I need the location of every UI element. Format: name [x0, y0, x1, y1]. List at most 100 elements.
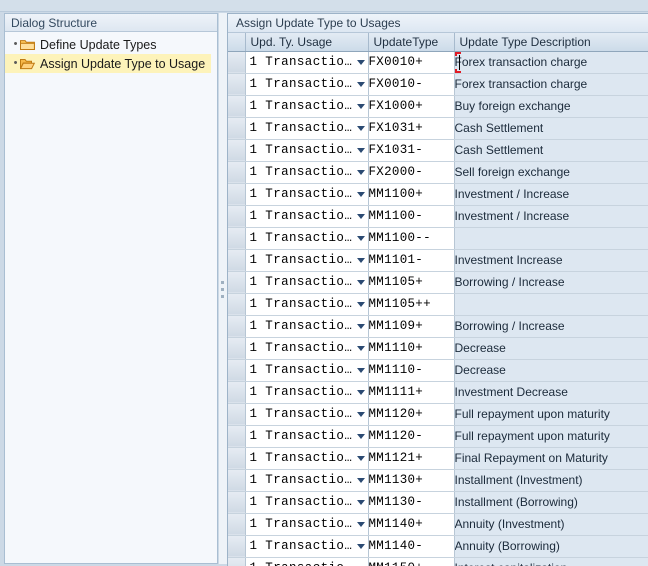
update-type-cell[interactable]: MM1101-	[368, 249, 454, 271]
sidebar-item-assign-update-type-to-usage[interactable]: •Assign Update Type to Usage	[5, 54, 211, 73]
chevron-down-icon[interactable]	[355, 162, 368, 183]
table-row[interactable]: 1 Transactio…MM1111+Investment Decrease	[228, 381, 648, 403]
update-type-cell[interactable]: MM1111+	[368, 381, 454, 403]
update-type-description-cell[interactable]: Cash Settlement	[454, 117, 648, 139]
chevron-down-icon[interactable]	[355, 184, 368, 205]
usage-cell[interactable]: 1 Transactio…	[245, 161, 368, 183]
update-type-cell[interactable]: MM1120-	[368, 425, 454, 447]
table-row[interactable]: 1 Transactio…MM1100-Investment / Increas…	[228, 205, 648, 227]
update-type-cell[interactable]: MM1110+	[368, 337, 454, 359]
row-select-cell[interactable]	[228, 447, 245, 469]
table-row[interactable]: 1 Transactio…MM1120-Full repayment upon …	[228, 425, 648, 447]
update-type-description-cell[interactable]: Installment (Investment)	[454, 469, 648, 491]
row-select-cell[interactable]	[228, 227, 245, 249]
row-select-cell[interactable]	[228, 139, 245, 161]
chevron-down-icon[interactable]	[355, 426, 368, 447]
update-type-description-cell[interactable]: Installment (Borrowing)	[454, 491, 648, 513]
usage-cell[interactable]: 1 Transactio…	[245, 95, 368, 117]
row-select-cell[interactable]	[228, 469, 245, 491]
update-type-cell[interactable]: MM1130-	[368, 491, 454, 513]
chevron-down-icon[interactable]	[355, 228, 368, 249]
chevron-down-icon[interactable]	[355, 470, 368, 491]
update-type-cell[interactable]: FX1031-	[368, 139, 454, 161]
usage-cell[interactable]: 1 Transactio…	[245, 183, 368, 205]
usage-cell[interactable]: 1 Transactio…	[245, 557, 368, 566]
update-type-cell[interactable]: FX0010-	[368, 73, 454, 95]
chevron-down-icon[interactable]	[355, 448, 368, 469]
row-select-cell[interactable]	[228, 359, 245, 381]
dialog-structure-tree[interactable]: •Define Update Types•Assign Update Type …	[5, 32, 217, 563]
update-type-description-cell[interactable]: Investment / Increase	[454, 183, 648, 205]
chevron-down-icon[interactable]	[355, 294, 368, 315]
update-type-cell[interactable]: FX1031+	[368, 117, 454, 139]
table-row[interactable]: 1 Transactio…MM1140+Annuity (Investment)	[228, 513, 648, 535]
update-type-cell[interactable]: FX0010+	[368, 51, 454, 73]
column-header-update-type[interactable]: UpdateType	[368, 33, 454, 51]
table-row[interactable]: 1 Transactio…MM1130+Installment (Investm…	[228, 469, 648, 491]
row-select-cell[interactable]	[228, 73, 245, 95]
table-row[interactable]: 1 Transactio…MM1130-Installment (Borrowi…	[228, 491, 648, 513]
row-select-cell[interactable]	[228, 161, 245, 183]
row-select-cell[interactable]	[228, 557, 245, 566]
update-type-description-cell[interactable]: Borrowing / Increase	[454, 315, 648, 337]
update-type-cell[interactable]: MM1120+	[368, 403, 454, 425]
column-header-update-type-description[interactable]: Update Type Description	[454, 33, 648, 51]
usage-cell[interactable]: 1 Transactio…	[245, 381, 368, 403]
update-type-description-cell[interactable]: Final Repayment on Maturity	[454, 447, 648, 469]
usage-cell[interactable]: 1 Transactio…	[245, 535, 368, 557]
update-type-description-cell[interactable]: Cash Settlement	[454, 139, 648, 161]
update-type-cell[interactable]: MM1130+	[368, 469, 454, 491]
table-row[interactable]: 1 Transactio…MM1105+Borrowing / Increase	[228, 271, 648, 293]
chevron-down-icon[interactable]	[355, 250, 368, 271]
row-select-cell[interactable]	[228, 381, 245, 403]
usage-cell[interactable]: 1 Transactio…	[245, 73, 368, 95]
table-row[interactable]: 1 Transactio…MM1101-Investment Increase	[228, 249, 648, 271]
chevron-down-icon[interactable]	[355, 316, 368, 337]
column-header-select[interactable]	[228, 33, 245, 51]
chevron-down-icon[interactable]	[355, 514, 368, 535]
usage-cell[interactable]: 1 Transactio…	[245, 139, 368, 161]
row-select-cell[interactable]	[228, 293, 245, 315]
table-row[interactable]: 1 Transactio…MM1100+Investment / Increas…	[228, 183, 648, 205]
update-type-cell[interactable]: MM1105+	[368, 271, 454, 293]
update-type-description-cell[interactable]: Full repayment upon maturity	[454, 425, 648, 447]
table-row[interactable]: 1 Transactio…MM1110+Decrease	[228, 337, 648, 359]
row-select-cell[interactable]	[228, 117, 245, 139]
row-select-cell[interactable]	[228, 535, 245, 557]
usage-cell[interactable]: 1 Transactio…	[245, 337, 368, 359]
update-type-cell[interactable]: MM1110-	[368, 359, 454, 381]
sidebar-item-define-update-types[interactable]: •Define Update Types	[5, 35, 217, 54]
update-type-cell[interactable]: MM1121+	[368, 447, 454, 469]
usage-cell[interactable]: 1 Transactio…	[245, 513, 368, 535]
update-type-description-cell[interactable]: Decrease	[454, 337, 648, 359]
chevron-down-icon[interactable]	[355, 536, 368, 557]
update-type-cell[interactable]: MM1109+	[368, 315, 454, 337]
chevron-down-icon[interactable]	[355, 272, 368, 293]
table-row[interactable]: 1 Transactio…FX1031-Cash Settlement	[228, 139, 648, 161]
chevron-down-icon[interactable]	[355, 74, 368, 95]
update-type-description-cell[interactable]	[454, 227, 648, 249]
table-row[interactable]: 1 Transactio…FX2000-Sell foreign exchang…	[228, 161, 648, 183]
table-row[interactable]: 1 Transactio…MM1105++	[228, 293, 648, 315]
usage-cell[interactable]: 1 Transactio…	[245, 271, 368, 293]
update-type-cell[interactable]: MM1105++	[368, 293, 454, 315]
chevron-down-icon[interactable]	[355, 118, 368, 139]
chevron-down-icon[interactable]	[355, 404, 368, 425]
table-row[interactable]: 1 Transactio…MM1121+Final Repayment on M…	[228, 447, 648, 469]
chevron-down-icon[interactable]	[355, 52, 368, 73]
update-type-description-cell[interactable]: Forex transaction charge	[454, 73, 648, 95]
table-row[interactable]: 1 Transactio…FX0010-Forex transaction ch…	[228, 73, 648, 95]
chevron-down-icon[interactable]	[355, 96, 368, 117]
usage-cell[interactable]: 1 Transactio…	[245, 447, 368, 469]
row-select-cell[interactable]	[228, 425, 245, 447]
row-select-cell[interactable]	[228, 491, 245, 513]
update-type-description-cell[interactable]: Sell foreign exchange	[454, 161, 648, 183]
update-type-description-cell[interactable]: Forex transaction charge	[454, 51, 648, 73]
usage-cell[interactable]: 1 Transactio…	[245, 249, 368, 271]
chevron-down-icon[interactable]	[355, 492, 368, 513]
row-select-cell[interactable]	[228, 205, 245, 227]
update-type-description-cell[interactable]: Annuity (Investment)	[454, 513, 648, 535]
update-type-description-cell[interactable]: Interest capitalization	[454, 557, 648, 566]
update-type-description-cell[interactable]: Borrowing / Increase	[454, 271, 648, 293]
update-type-description-cell[interactable]: Investment Increase	[454, 249, 648, 271]
